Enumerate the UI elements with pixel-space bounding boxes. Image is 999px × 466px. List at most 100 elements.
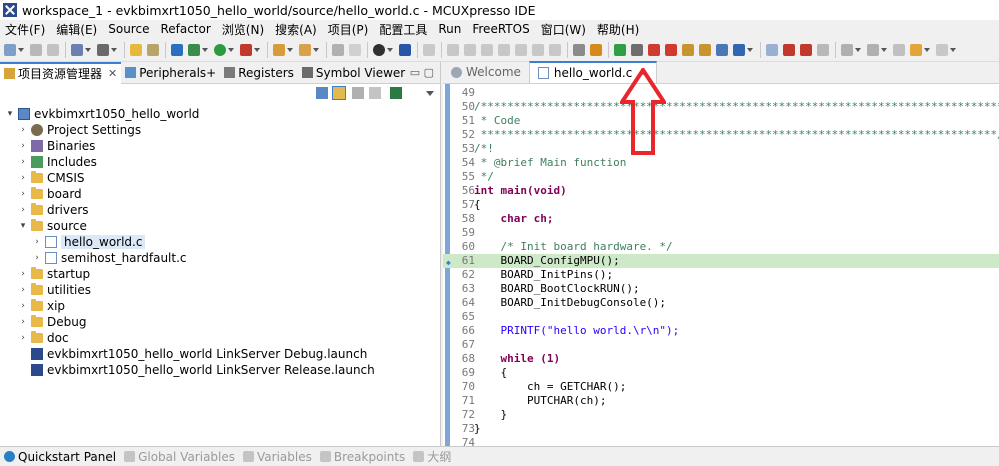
chevron-down-icon[interactable] [313, 47, 319, 52]
chevron-down-icon[interactable] [254, 47, 260, 52]
annotation-icon[interactable] [349, 43, 361, 56]
chevron-down-icon[interactable] [881, 47, 887, 52]
console-icon[interactable] [399, 43, 411, 56]
menu-refactor[interactable]: Refactor [160, 22, 210, 36]
chevron-down-icon[interactable] [228, 47, 234, 52]
expand-arrow-icon[interactable]: › [18, 205, 28, 215]
chevron-down-icon[interactable] [18, 47, 24, 52]
tree-item[interactable]: ▾ source [18, 218, 87, 234]
build-icon[interactable] [97, 43, 109, 56]
tab-welcome[interactable]: Welcome [443, 61, 529, 83]
tree-item[interactable]: › Binaries [18, 138, 95, 154]
list-icon[interactable] [573, 43, 585, 56]
menu-file[interactable]: 文件(F) [5, 21, 45, 38]
link-with-editor-icon[interactable] [332, 86, 346, 100]
collapse-arrow-icon[interactable]: ▾ [5, 109, 15, 119]
debug-config-icon[interactable] [171, 43, 183, 56]
tree-item[interactable]: evkbimxrt1050_hello_world LinkServer Deb… [18, 346, 367, 362]
tab-global-variables[interactable]: Global Variables [124, 450, 235, 464]
gui-flash-icon[interactable] [682, 43, 694, 56]
run-icon[interactable] [214, 43, 226, 56]
bug-icon[interactable] [188, 43, 200, 56]
expand-arrow-icon[interactable]: › [18, 189, 28, 199]
menu-freertos[interactable]: FreeRTOS [472, 22, 529, 36]
tree-item[interactable]: › utilities [18, 282, 91, 298]
tab-registers[interactable]: Registers [220, 62, 298, 84]
terminate-icon[interactable] [373, 43, 385, 56]
menu-edit[interactable]: 编辑(E) [56, 21, 97, 38]
stop-icon[interactable] [481, 43, 493, 56]
tree-item-selected[interactable]: › hello_world.c [32, 234, 146, 250]
step-over-icon[interactable] [515, 43, 527, 56]
tab-project-explorer[interactable]: 项目资源管理器 ✕ [0, 61, 122, 84]
expand-arrow-icon[interactable]: › [18, 157, 28, 167]
tree-item[interactable]: › board [18, 186, 82, 202]
restart-icon[interactable] [549, 43, 561, 56]
tree-item[interactable]: › doc [18, 330, 69, 346]
tree-item[interactable]: › Includes [18, 154, 97, 170]
chevron-down-icon[interactable] [387, 47, 393, 52]
chevron-down-icon[interactable] [85, 47, 91, 52]
filter-icon[interactable] [352, 87, 364, 99]
tab-variables[interactable]: Variables [243, 450, 312, 464]
expand-arrow-icon[interactable]: › [18, 301, 28, 311]
tree-item[interactable]: › xip [18, 298, 65, 314]
code-area[interactable]: 49 50/***********************************… [443, 84, 999, 449]
expand-arrow-icon[interactable]: › [18, 125, 28, 135]
expand-arrow-icon[interactable]: › [32, 253, 42, 263]
flash-icon[interactable] [631, 43, 643, 56]
boot-icon[interactable] [800, 43, 812, 56]
expand-arrow-icon[interactable]: › [18, 285, 28, 295]
expand-arrow-icon[interactable]: › [18, 317, 28, 327]
chevron-down-icon[interactable] [202, 47, 208, 52]
menu-help[interactable]: 帮助(H) [597, 21, 639, 38]
chevron-down-icon[interactable] [747, 47, 753, 52]
tools-icon[interactable] [766, 43, 778, 56]
misc-icon[interactable] [817, 43, 829, 56]
device-icon[interactable] [716, 43, 728, 56]
chevron-down-icon[interactable] [924, 47, 930, 52]
link-editor-icon[interactable] [147, 43, 159, 56]
step-return-icon[interactable] [532, 43, 544, 56]
link-icon[interactable] [130, 43, 142, 56]
menu-project[interactable]: 项目(P) [328, 21, 369, 38]
chevron-down-icon[interactable] [111, 47, 117, 52]
focus-icon[interactable] [369, 87, 381, 99]
menu-window[interactable]: 窗口(W) [541, 21, 586, 38]
chevron-down-icon[interactable] [287, 47, 293, 52]
tab-symbol-viewer[interactable]: Symbol Viewer [298, 62, 409, 84]
tree-item[interactable]: › Project Settings [18, 122, 141, 138]
menu-navigate[interactable]: 浏览(N) [222, 21, 264, 38]
next-annotation-icon[interactable] [841, 43, 853, 56]
menu-source[interactable]: Source [108, 22, 149, 36]
build-settings-icon[interactable] [71, 43, 83, 56]
menu-run[interactable]: Run [438, 22, 461, 36]
tab-outline[interactable]: 大纲 [413, 448, 451, 465]
step-into-icon[interactable] [498, 43, 510, 56]
minimize-maximize-icon[interactable]: ▭ ▢ [410, 66, 434, 79]
erase-flash-icon[interactable] [665, 43, 677, 56]
menu-config-tools[interactable]: 配置工具 [379, 21, 427, 38]
new-icon[interactable] [4, 43, 16, 56]
sdk-icon[interactable] [733, 43, 745, 56]
collapse-arrow-icon[interactable]: ▾ [18, 221, 28, 231]
chevron-down-icon[interactable] [950, 47, 956, 52]
pen-icon[interactable] [332, 43, 344, 56]
tab-peripherals[interactable]: Peripherals+ [121, 62, 220, 84]
close-icon[interactable]: ✕ [108, 67, 117, 80]
tree-item[interactable]: › Debug [18, 314, 86, 330]
tree-item[interactable]: › semihost_hardfault.c [32, 250, 186, 266]
open-type-icon[interactable] [273, 43, 285, 56]
last-edit-icon[interactable] [893, 43, 905, 56]
menu-search[interactable]: 搜索(A) [275, 21, 317, 38]
tree-item[interactable]: › CMSIS [18, 170, 85, 186]
tree-item[interactable]: › drivers [18, 202, 89, 218]
forward-icon[interactable] [936, 43, 948, 56]
save-icon[interactable] [30, 43, 42, 56]
expand-arrow-icon[interactable]: › [18, 333, 28, 343]
tree-project-root[interactable]: ▾ evkbimxrt1050_hello_world [5, 106, 200, 122]
back-icon[interactable] [910, 43, 922, 56]
suspend-icon[interactable] [464, 43, 476, 56]
external-tools-icon[interactable] [240, 43, 252, 56]
quick-settings-icon[interactable] [590, 43, 602, 56]
